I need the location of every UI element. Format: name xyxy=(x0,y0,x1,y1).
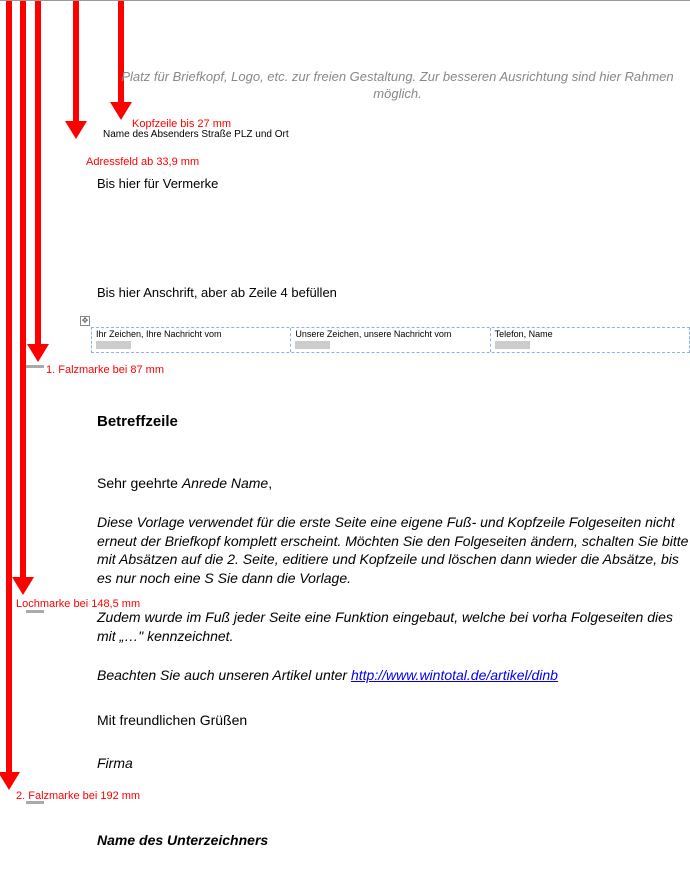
paragraph-3-text: Beachten Sie auch unseren Artikel unter xyxy=(97,667,351,683)
document-page: Platz für Briefkopf, Logo, etc. zur frei… xyxy=(0,1,690,872)
salutation-suffix: , xyxy=(268,475,272,491)
paragraph-1: Diese Vorlage verwendet für die erste Se… xyxy=(97,513,690,589)
paragraph-2: Zudem wurde im Fuß jeder Seite eine Funk… xyxy=(97,608,690,646)
anschrift-text: Bis hier Anschrift, aber ab Zeile 4 befü… xyxy=(97,285,690,300)
table-anchor-icon: ✥ xyxy=(80,316,90,326)
paragraph-3: Beachten Sie auch unseren Artikel unter … xyxy=(97,666,690,685)
header-placeholder: Platz für Briefkopf, Logo, etc. zur frei… xyxy=(95,69,690,103)
sender-line: Name des Absenders Straße PLZ und Ort xyxy=(103,129,690,140)
reference-label-1: Ihr Zeichen, Ihre Nachricht vom xyxy=(96,329,286,339)
reference-row: ✥ Ihr Zeichen, Ihre Nachricht vom Unsere… xyxy=(91,327,690,353)
reference-label-2: Unsere Zeichen, unsere Nachricht vom xyxy=(295,329,485,339)
reference-val-2 xyxy=(295,341,330,349)
company-name: Firma xyxy=(97,754,690,773)
signer-name: Name des Unterzeichners xyxy=(97,831,690,850)
reference-val-1 xyxy=(96,341,131,349)
salutation: Sehr geehrte Anrede Name, xyxy=(97,474,690,493)
article-link[interactable]: http://www.wintotal.de/artikel/dinb xyxy=(351,667,558,683)
salutation-variable: Anrede Name xyxy=(182,475,268,491)
subject-line: Betreffzeile xyxy=(97,413,690,430)
closing: Mit freundlichen Grüßen xyxy=(97,711,690,730)
reference-col-1: Ihr Zeichen, Ihre Nachricht vom xyxy=(92,328,291,352)
reference-col-3: Telefon, Name xyxy=(491,328,689,352)
vermerke-text: Bis hier für Vermerke xyxy=(97,176,690,191)
salutation-prefix: Sehr geehrte xyxy=(97,475,182,491)
reference-col-2: Unsere Zeichen, unsere Nachricht vom xyxy=(291,328,490,352)
reference-label-3: Telefon, Name xyxy=(495,329,685,339)
reference-val-3 xyxy=(495,341,530,349)
